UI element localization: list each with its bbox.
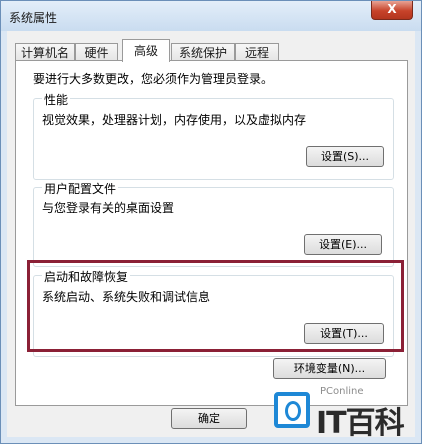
user-profiles-title: 用户配置文件	[42, 180, 119, 197]
user-profiles-settings-button[interactable]: 设置(E)...	[304, 234, 382, 255]
environment-variables-button[interactable]: 环境变量(N)...	[273, 358, 386, 379]
user-profiles-group: 用户配置文件 与您登录有关的桌面设置 设置(E)...	[33, 180, 394, 267]
system-properties-window: 系统属性 X 计算机名 硬件 高级 系统保护 远程 要进行大多数更改，您必须作为…	[0, 0, 422, 444]
performance-title: 性能	[42, 91, 71, 108]
window-title: 系统属性	[9, 11, 58, 25]
close-button[interactable]: X	[371, 1, 413, 20]
tab-advanced[interactable]: 高级	[122, 39, 170, 62]
performance-group: 性能 视觉效果，处理器计划，内存使用，以及虚拟内存 设置(S)...	[33, 91, 394, 180]
admin-notice: 要进行大多数更改，您必须作为管理员登录。	[33, 72, 274, 86]
startup-recovery-group: 启动和故障恢复 系统启动、系统失败和调试信息 设置(T)...	[33, 268, 394, 357]
user-profiles-description: 与您登录有关的桌面设置	[42, 201, 175, 215]
dialog-client-area: 计算机名 硬件 高级 系统保护 远程 要进行大多数更改，您必须作为管理员登录。 …	[7, 31, 415, 437]
watermark-brand: IT百科	[316, 406, 405, 441]
performance-settings-button[interactable]: 设置(S)...	[306, 146, 384, 167]
tab-system-protection[interactable]: 系统保护	[171, 43, 235, 61]
tab-hardware[interactable]: 硬件	[75, 43, 118, 61]
pconline-logo-icon	[274, 392, 310, 428]
watermark-subtitle: PConline	[320, 386, 364, 397]
startup-recovery-settings-button[interactable]: 设置(T)...	[304, 323, 384, 344]
ok-button[interactable]: 确定	[171, 408, 247, 429]
startup-recovery-description: 系统启动、系统失败和调试信息	[42, 290, 211, 304]
performance-description: 视觉效果，处理器计划，内存使用，以及虚拟内存	[42, 113, 307, 127]
title-bar[interactable]: 系统属性 X	[1, 1, 421, 31]
startup-recovery-title: 启动和故障恢复	[42, 268, 131, 285]
advanced-tab-panel: 要进行大多数更改，您必须作为管理员登录。 性能 视觉效果，处理器计划，内存使用，…	[15, 60, 408, 406]
tab-computer-name[interactable]: 计算机名	[15, 43, 75, 61]
tab-remote[interactable]: 远程	[235, 43, 279, 61]
pconline-watermark: PConline IT百科	[268, 386, 422, 444]
